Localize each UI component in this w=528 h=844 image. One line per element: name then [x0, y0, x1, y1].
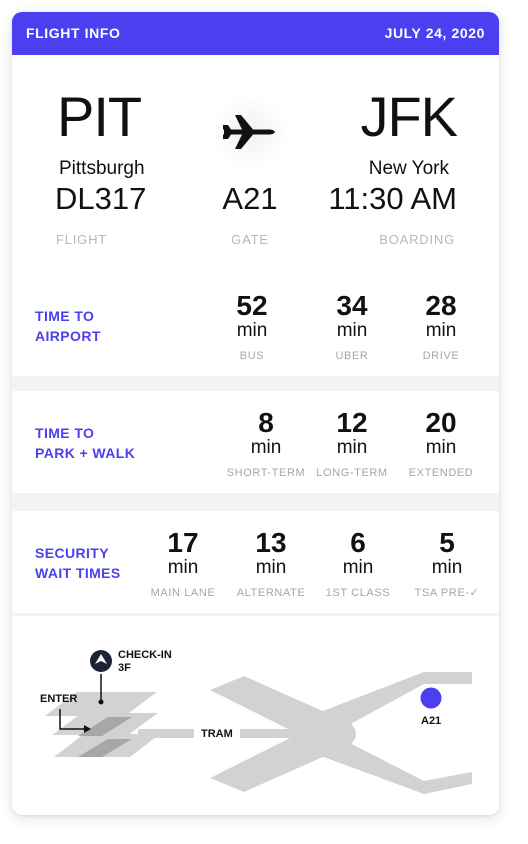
main-lane-stat: 17 min MAIN LANE	[150, 527, 216, 600]
flight-number: DL317	[55, 181, 147, 216]
gate-marker	[420, 687, 442, 709]
checkin-label-line2: 3F	[118, 662, 131, 674]
destination-city: New York	[368, 158, 449, 179]
security-panel: SECURITY WAIT TIMES 17 min MAIN LANE 13 …	[12, 511, 499, 613]
header-title: FLIGHT INFO	[26, 25, 121, 41]
extended-stat: 20 min EXTENDED	[408, 407, 474, 480]
header-bar: FLIGHT INFO JULY 24, 2020	[12, 12, 499, 55]
time-to-airport-panel: TIME TO AIRPORT 52 min BUS 34 min UBER 2…	[12, 274, 499, 376]
time-to-park-panel: TIME TO PARK + WALK 8 min SHORT-TERM 12 …	[12, 391, 499, 493]
drive-stat: 28 min DRIVE	[422, 290, 460, 363]
airport-map: CHECK-IN 3F ENTER TRAM A21	[12, 616, 499, 815]
flight-label: FLIGHT	[56, 232, 108, 247]
origin-city: Pittsburgh	[59, 158, 145, 179]
route-panel: PIT Pittsburgh JFK New York DL317 FLIGHT…	[12, 55, 499, 275]
gate-value: A21	[222, 181, 278, 216]
tram-label: TRAM	[201, 728, 233, 740]
time-to-airport-label: TIME TO AIRPORT	[35, 308, 101, 344]
bus-stat: 52 min BUS	[236, 290, 268, 363]
uber-stat: 34 min UBER	[335, 290, 369, 363]
alternate-stat: 13 min ALTERNATE	[236, 527, 306, 600]
boarding-time: 11:30 AM	[328, 181, 457, 216]
destination-code: JFK	[360, 85, 458, 148]
gate-label: GATE	[231, 232, 269, 247]
long-term-stat: 12 min LONG-TERM	[316, 407, 388, 480]
checkin-label-line1: CHECK-IN	[118, 649, 172, 661]
first-class-stat: 6 min 1ST CLASS	[325, 527, 391, 600]
flight-info-card: FLIGHT INFO JULY 24, 2020 PIT Pittsburgh…	[12, 12, 499, 815]
time-to-park-label: TIME TO PARK + WALK	[35, 425, 136, 461]
security-label: SECURITY WAIT TIMES	[35, 545, 121, 581]
checkin-pin-dot	[98, 699, 104, 705]
airport-map-drawing: CHECK-IN 3F ENTER TRAM A21	[40, 649, 472, 794]
boarding-label: BOARDING	[379, 232, 455, 247]
tram-track-west	[138, 729, 194, 738]
airplane-icon	[223, 115, 275, 149]
enter-label: ENTER	[40, 693, 77, 705]
header-date: JULY 24, 2020	[384, 25, 485, 41]
tsa-pre-stat: 5 min TSA PRE-✓	[414, 527, 480, 600]
map-gate-label: A21	[421, 715, 441, 727]
origin-code: PIT	[57, 85, 142, 148]
short-term-stat: 8 min SHORT-TERM	[226, 407, 306, 480]
